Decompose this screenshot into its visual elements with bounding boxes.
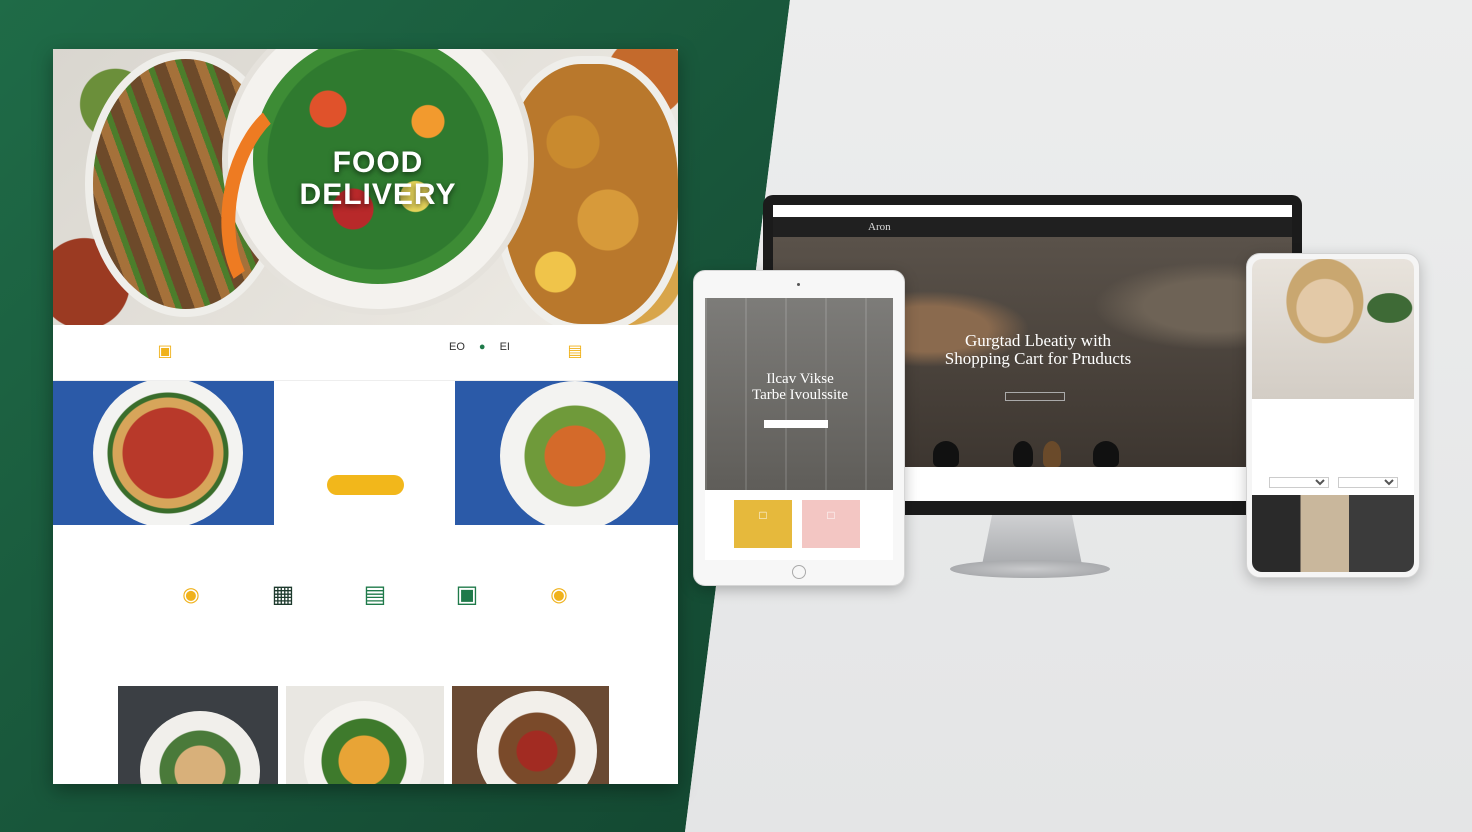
nav-tools: EO ● EI [449, 341, 510, 353]
salad-plate [500, 381, 650, 525]
product-image[interactable] [1093, 441, 1119, 467]
food-hero-banner: FOOD DELIVERY [53, 49, 678, 325]
user-icon[interactable]: ● [479, 341, 486, 353]
site-hero-title-line2: Shopping Cart for Pruducts [944, 349, 1132, 368]
category-item[interactable]: ◉ [513, 579, 605, 617]
site-topbar [773, 205, 1292, 217]
delivery-icon: ◉ [550, 584, 568, 606]
basket-icon[interactable]: ▣ [155, 341, 175, 361]
category-item[interactable]: ▤ [329, 579, 421, 617]
site-hero-title: Gurgtad Lbeatiy with Shopping Cart for P… [913, 332, 1163, 368]
pasta-dish-image [53, 381, 274, 525]
product-image[interactable] [1043, 441, 1061, 467]
tablet-screen: Ilcav Vikse Tarbe Ivoulssite □ □ [705, 298, 893, 560]
hero-title: FOOD DELIVERY [253, 147, 503, 211]
tablet-category-card[interactable]: □ [734, 500, 792, 548]
recommended-dish-1[interactable] [118, 686, 278, 784]
tablet-device: Ilcav Vikse Tarbe Ivoulssite □ □ [693, 270, 905, 586]
tablet-category-card[interactable]: □ [802, 500, 860, 548]
dish-3-plate [477, 691, 597, 784]
product-image[interactable] [933, 441, 959, 467]
tablet-hero-title-line1: Ilcav Vikse [766, 371, 834, 387]
car-icon: ▤ [363, 581, 387, 608]
category-item[interactable]: ◉ [145, 579, 237, 617]
shopping-basket-icon: ▦ [271, 581, 295, 608]
tablet-hero-title-line2: Tarbe Ivoulssite [751, 387, 848, 403]
recommended-dish-2[interactable] [286, 686, 444, 784]
dish-1-plate [140, 711, 260, 784]
tablet-camera [797, 283, 800, 286]
bag-icon: □ [827, 508, 835, 522]
tablet-home-button[interactable] [792, 565, 806, 579]
cart-icon: ▣ [455, 581, 479, 608]
food-delivery-page: FOOD DELIVERY ▣ EO ● EI ▤ ◉ ▦ ▤ ▣ ◉ [53, 49, 678, 784]
promo-card [274, 381, 455, 525]
phone-hero-image [1252, 259, 1414, 399]
monitor-stand-neck [982, 515, 1082, 565]
search-tool[interactable]: EO [449, 341, 465, 353]
tablet-hero-title: Ilcav Vikse Tarbe Ivoulssite [715, 371, 885, 403]
lock-icon: □ [759, 508, 767, 522]
site-brand-logo[interactable]: Aron [868, 221, 891, 233]
burger-icon: ◉ [182, 584, 200, 606]
category-item[interactable]: ▣ [421, 579, 513, 617]
categories-row: ◉ ▦ ▤ ▣ ◉ [145, 579, 605, 617]
salad-dish-image [455, 381, 678, 525]
tablet-hero-image: Ilcav Vikse Tarbe Ivoulssite [705, 298, 893, 490]
phone-screen [1252, 259, 1414, 572]
site-hero-cta-button[interactable] [1005, 392, 1065, 401]
phone-select-left[interactable] [1269, 477, 1329, 488]
recommended-dish-3[interactable] [452, 686, 609, 784]
phone-product-image [1252, 495, 1414, 572]
phone-device [1246, 253, 1420, 578]
hero-title-line1: FOOD [332, 146, 424, 179]
dish-2-plate [304, 701, 424, 784]
fried-food-plate-image [503, 64, 678, 324]
bag-icon[interactable]: ▤ [565, 341, 585, 361]
pasta-plate [93, 381, 243, 525]
product-image[interactable] [1013, 441, 1033, 467]
tablet-hero-button[interactable] [764, 420, 828, 428]
phone-select-right[interactable] [1338, 477, 1398, 488]
site-header: Aron [773, 217, 1292, 237]
cart-tool[interactable]: EI [500, 341, 510, 353]
site-hero-title-line1: Gurgtad Lbeatiy with [964, 331, 1112, 350]
hero-title-line2: DELIVERY [299, 178, 457, 211]
food-nav-bar: ▣ EO ● EI ▤ [53, 325, 678, 381]
category-item[interactable]: ▦ [237, 579, 329, 617]
monitor-stand-base [950, 560, 1110, 578]
promo-order-button[interactable] [327, 475, 404, 495]
